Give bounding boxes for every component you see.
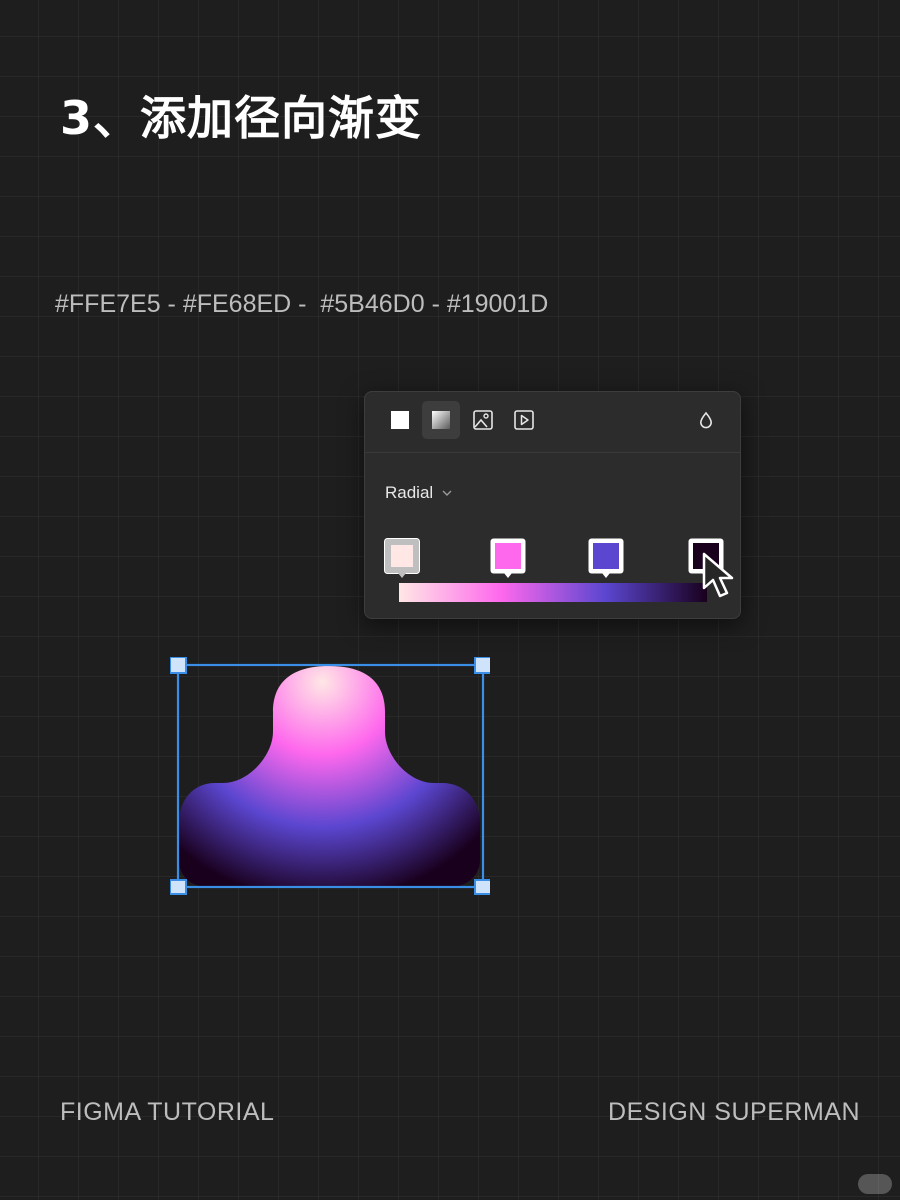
resize-handle-bottom-left[interactable] bbox=[170, 879, 187, 895]
gradient-stop-1[interactable] bbox=[383, 537, 421, 583]
resize-handle-top-left[interactable] bbox=[170, 657, 187, 674]
panel-divider bbox=[365, 452, 740, 453]
gradient-type-dropdown[interactable]: Radial bbox=[385, 480, 453, 506]
selected-shape-frame[interactable] bbox=[170, 657, 490, 895]
image-fill-icon bbox=[473, 410, 493, 430]
fill-type-toolbar bbox=[365, 392, 740, 452]
footer-right-label: DESIGN SUPERMAN bbox=[608, 1098, 860, 1126]
gradient-stop-2[interactable] bbox=[489, 537, 527, 583]
gradient-type-label: Radial bbox=[385, 483, 434, 502]
mouse-cursor-icon bbox=[702, 552, 734, 598]
gradient-bar[interactable] bbox=[399, 583, 707, 602]
video-fill-icon bbox=[514, 410, 534, 430]
gradient-stop-3[interactable] bbox=[587, 537, 625, 583]
chevron-down-icon bbox=[442, 490, 452, 496]
watermark-logo bbox=[858, 1174, 892, 1194]
image-fill-button[interactable] bbox=[464, 401, 502, 439]
gradient-fill-icon bbox=[432, 411, 450, 429]
fill-panel: Radial bbox=[364, 391, 741, 619]
opacity-button[interactable] bbox=[687, 401, 725, 439]
resize-handle-bottom-right[interactable] bbox=[474, 879, 490, 895]
slide-title: 3、添加径向渐变 bbox=[60, 91, 423, 145]
footer-left-label: FIGMA TUTORIAL bbox=[60, 1098, 275, 1126]
gradient-shape[interactable] bbox=[179, 666, 480, 887]
video-fill-button[interactable] bbox=[505, 401, 543, 439]
gradient-color-codes: #FFE7E5 - #FE68ED - #5B46D0 - #19001D bbox=[55, 290, 549, 318]
solid-fill-button[interactable] bbox=[381, 401, 419, 439]
resize-handle-top-right[interactable] bbox=[474, 657, 490, 674]
solid-fill-icon bbox=[391, 411, 409, 429]
drop-icon bbox=[699, 411, 713, 429]
gradient-fill-button[interactable] bbox=[422, 401, 460, 439]
